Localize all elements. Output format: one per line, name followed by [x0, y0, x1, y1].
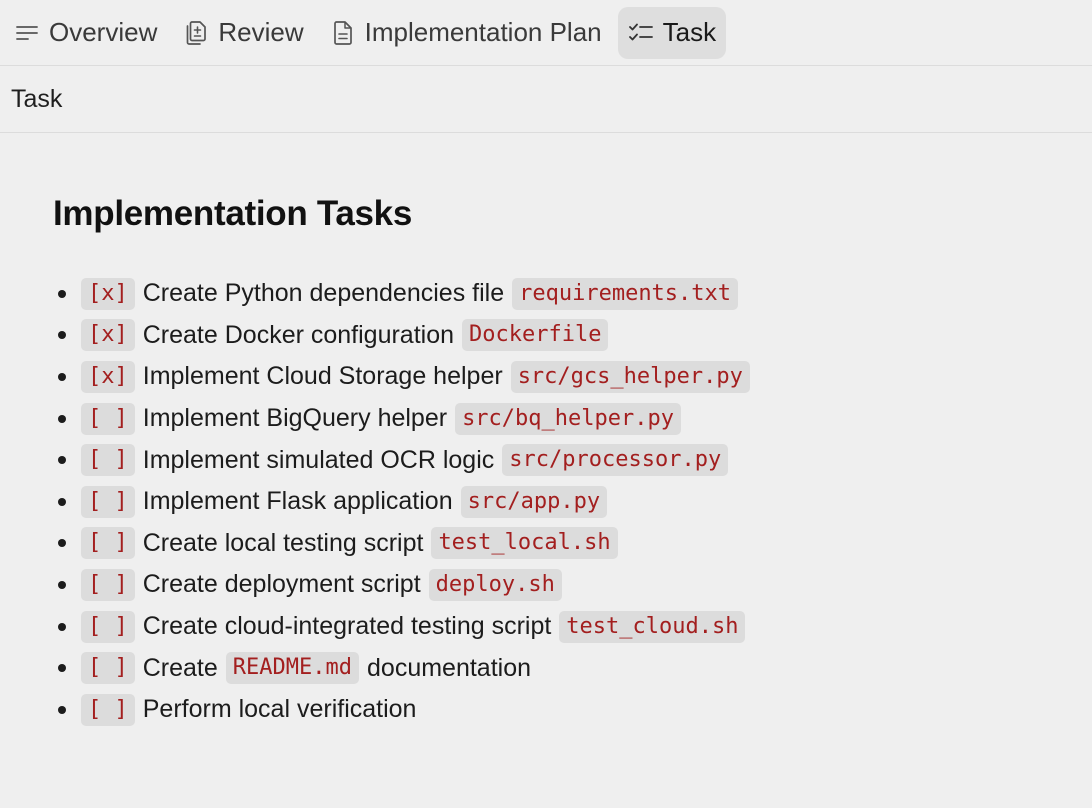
code-file: src/bq_helper.py [455, 402, 681, 435]
checkbox-marker: [ ] [81, 444, 135, 477]
task-item: [ ] Create local testing script test_loc… [53, 523, 1092, 565]
task-text: Implement simulated OCR logic [142, 445, 495, 474]
tab-bar: Overview Review Implementation Plan Task [0, 0, 1092, 66]
copy-document-icon [183, 20, 209, 46]
code-file: src/app.py [460, 485, 608, 518]
task-item: [ ] Create deployment script deploy.sh [53, 564, 1092, 606]
bullet-icon [58, 289, 66, 298]
bullet-icon [58, 497, 66, 506]
tab-implementation-plan[interactable]: Implementation Plan [320, 7, 612, 59]
checkbox-marker: [ ] [81, 693, 135, 726]
bullet-icon [58, 539, 66, 548]
checkbox-marker: [x] [81, 319, 135, 352]
bullet-icon [58, 331, 66, 340]
tab-label: Overview [49, 17, 158, 47]
task-item: [x] Implement Cloud Storage helper src/g… [53, 356, 1092, 398]
tab-label: Implementation Plan [364, 17, 602, 47]
document-title: Task [11, 84, 63, 113]
task-item: [ ] Create cloud-integrated testing scri… [53, 606, 1092, 648]
task-item: [x] Create Docker configuration Dockerfi… [53, 315, 1092, 357]
tab-label: Review [218, 17, 304, 47]
task-text: Perform local verification [142, 695, 417, 724]
code-file: README.md [225, 652, 360, 685]
code-file: requirements.txt [512, 277, 739, 310]
checkbox-marker: [x] [81, 277, 135, 310]
bullet-icon [58, 664, 66, 673]
task-text: Implement Flask application [142, 487, 453, 516]
checkbox-marker: [x] [81, 360, 135, 393]
checklist-icon [628, 20, 654, 46]
checkbox-marker: [ ] [81, 652, 135, 685]
checkbox-marker: [ ] [81, 485, 135, 518]
code-file: Dockerfile [462, 319, 609, 352]
task-item: [ ] Create README.md documentation [53, 647, 1092, 689]
task-item: [ ] Perform local verification [53, 689, 1092, 731]
task-item: [ ] Implement BigQuery helper src/bq_hel… [53, 398, 1092, 440]
code-file: src/processor.py [502, 444, 729, 477]
checkbox-marker: [ ] [81, 527, 135, 560]
document-title-bar: Task [0, 66, 1092, 133]
task-text: Create Docker configuration [142, 320, 455, 349]
task-text: documentation [367, 653, 532, 682]
bullet-icon [58, 372, 66, 381]
task-text: Create Python dependencies file [142, 279, 505, 308]
task-text: Create deployment script [142, 570, 421, 599]
code-file: src/gcs_helper.py [510, 360, 750, 393]
task-item: [ ] Implement simulated OCR logic src/pr… [53, 439, 1092, 481]
list-lines-icon [14, 20, 40, 46]
tab-task[interactable]: Task [617, 6, 727, 59]
task-text: Implement Cloud Storage helper [142, 362, 503, 391]
task-content: Implementation Tasks [x] Create Python d… [0, 133, 1092, 731]
bullet-icon [58, 456, 66, 465]
checkbox-marker: [ ] [81, 568, 135, 601]
task-list: [x] Create Python dependencies file requ… [53, 273, 1092, 731]
bullet-icon [58, 580, 66, 589]
checkbox-marker: [ ] [81, 610, 135, 643]
page-heading: Implementation Tasks [53, 194, 413, 233]
checkbox-marker: [ ] [81, 402, 135, 435]
task-text: Create [142, 653, 218, 682]
task-item: [x] Create Python dependencies file requ… [53, 273, 1092, 315]
bullet-icon [58, 414, 66, 423]
tab-review[interactable]: Review [173, 7, 313, 59]
code-file: deploy.sh [428, 568, 562, 601]
tab-label: Task [662, 17, 717, 47]
task-text: Create cloud-integrated testing script [142, 612, 552, 641]
task-text: Create local testing script [142, 528, 424, 557]
bullet-icon [58, 622, 66, 631]
document-icon [330, 20, 356, 46]
bullet-icon [58, 705, 66, 714]
code-file: test_local.sh [431, 527, 618, 560]
task-item: [ ] Implement Flask application src/app.… [53, 481, 1092, 523]
task-text: Implement BigQuery helper [142, 404, 448, 433]
tab-overview[interactable]: Overview [4, 7, 167, 59]
code-file: test_cloud.sh [559, 610, 746, 643]
